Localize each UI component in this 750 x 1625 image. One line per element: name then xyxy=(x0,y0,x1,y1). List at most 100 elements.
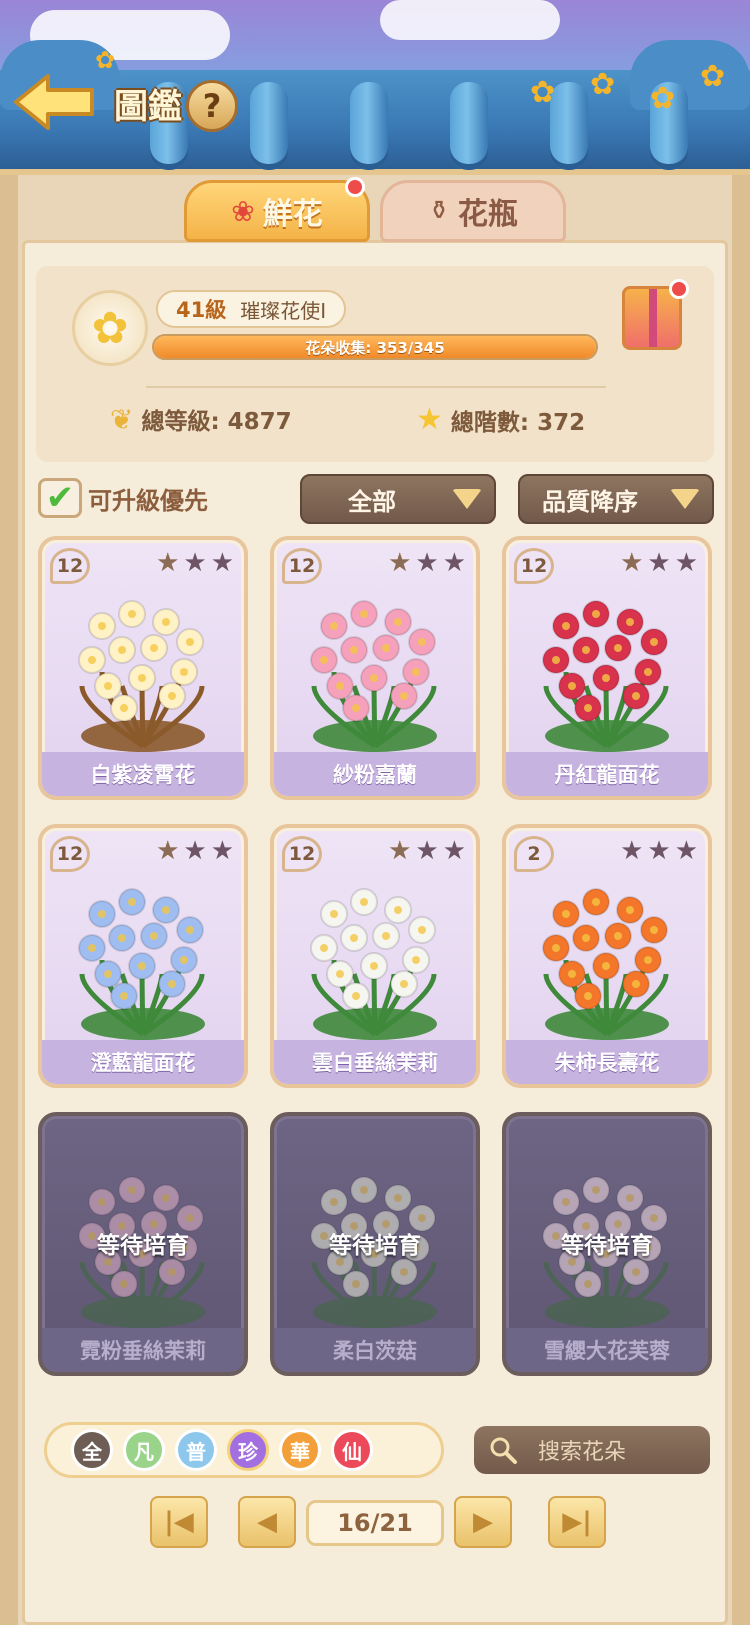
prev-page-button[interactable]: ◀ xyxy=(238,1496,296,1548)
upgradable-first-label: 可升級優先 xyxy=(88,486,208,515)
roof-eave-right xyxy=(630,40,750,110)
star-empty-icon: ★ xyxy=(210,836,234,866)
flower-name: 白紫凌霄花 xyxy=(42,752,244,796)
rarity-filter-button[interactable]: 普 xyxy=(175,1429,217,1471)
magnifier-icon xyxy=(490,1437,517,1464)
collection-progress-bar: 花朵收集: 353/345 xyxy=(152,334,598,360)
flower-illustration xyxy=(542,600,669,752)
next-page-icon: ▶ xyxy=(473,1507,493,1537)
rarity-filter-button[interactable]: 仙 xyxy=(331,1429,373,1471)
flower-card[interactable]: 2 ★ ★ ★ 朱柿長壽花 xyxy=(502,824,712,1088)
flower-card[interactable]: 12 ★ ★ ★ 雲白垂絲茉莉 xyxy=(270,824,480,1088)
star-empty-icon: ★ xyxy=(647,836,671,866)
player-level: 41級 xyxy=(176,298,227,322)
flower-card[interactable]: 12 ★ ★ ★ 白紫凌霄花 xyxy=(38,536,248,800)
page-title: 圖鑑 xyxy=(114,86,182,127)
chevron-down-icon xyxy=(452,489,482,509)
gift-button[interactable] xyxy=(622,279,689,350)
last-page-button[interactable]: ▶| xyxy=(548,1496,606,1548)
flower-name: 霓粉垂絲茉莉 xyxy=(42,1328,244,1372)
roof-tile xyxy=(250,82,288,170)
level-badge: 2 xyxy=(514,836,554,872)
star-rating: ★ ★ ★ xyxy=(620,550,698,576)
blossom-icon: ✿ xyxy=(650,81,676,116)
flower-card[interactable]: 等待培育 柔白茨菇 xyxy=(270,1112,480,1376)
awaiting-cultivation-label: 等待培育 xyxy=(561,1233,653,1259)
level-pill: 41級 璀璨花使I xyxy=(156,290,347,328)
back-button[interactable] xyxy=(12,70,96,134)
upgradable-first-toggle[interactable]: ✔ 可升級優先 xyxy=(38,478,208,518)
collection-progress-text: 花朵收集: 353/345 xyxy=(305,338,445,357)
star-filled-icon: ★ xyxy=(388,836,412,866)
rarity-filter-button[interactable]: 華 xyxy=(279,1429,321,1471)
sort-dropdown[interactable]: 品質降序 xyxy=(518,474,714,524)
flower-card[interactable]: 12 ★ ★ ★ 丹紅龍面花 xyxy=(502,536,712,800)
star-icon: ★ xyxy=(416,402,443,437)
star-empty-icon: ★ xyxy=(415,548,439,578)
star-empty-icon: ★ xyxy=(415,836,439,866)
star-empty-icon: ★ xyxy=(647,548,671,578)
cloud xyxy=(380,0,560,40)
star-filled-icon: ★ xyxy=(156,836,180,866)
flower-card[interactable]: 12 ★ ★ ★ 澄藍龍面花 xyxy=(38,824,248,1088)
flower-card[interactable]: 等待培育雪纓大花芙蓉 xyxy=(502,1112,712,1376)
star-empty-icon: ★ xyxy=(674,548,698,578)
flower-name: 紗粉嘉蘭 xyxy=(274,752,476,796)
flower-emblem-icon: ✿ xyxy=(72,290,148,366)
star-empty-icon: ★ xyxy=(183,548,207,578)
star-empty-icon: ★ xyxy=(210,548,234,578)
last-page-icon: ▶| xyxy=(562,1507,592,1537)
star-empty-icon: ★ xyxy=(674,836,698,866)
level-badge: 12 xyxy=(50,548,90,584)
star-filled-icon: ★ xyxy=(156,548,180,578)
tab-vases[interactable]: ⚱ 花瓶 xyxy=(380,180,566,242)
tab-flowers[interactable]: ❀ 鮮花 xyxy=(184,177,370,242)
awaiting-cultivation-label: 等待培育 xyxy=(97,1233,189,1259)
total-stars-label: 總階數: 372 xyxy=(450,409,586,436)
flower-illustration xyxy=(78,600,205,752)
blossom-icon: ✿ xyxy=(95,46,116,74)
total-level-stat: ❦ 總等級: 4877 xyxy=(110,402,292,436)
rarity-filter-button[interactable]: 珍 xyxy=(227,1429,269,1471)
level-badge: 12 xyxy=(282,836,322,872)
next-page-button[interactable]: ▶ xyxy=(454,1496,512,1548)
prev-page-icon: ◀ xyxy=(257,1507,277,1537)
awaiting-cultivation-label: 等待培育 xyxy=(329,1233,421,1259)
flower-name: 丹紅龍面花 xyxy=(506,752,708,796)
rarity-filter-button[interactable]: 凡 xyxy=(123,1429,165,1471)
star-rating: ★ ★ ★ xyxy=(388,550,466,576)
star-rating: ★ ★ ★ xyxy=(156,550,234,576)
back-arrow-icon xyxy=(14,74,94,130)
star-empty-icon: ★ xyxy=(183,836,207,866)
flower-illustration xyxy=(542,888,669,1040)
notification-dot xyxy=(345,177,365,197)
rarity-filter-button[interactable]: 全 xyxy=(71,1429,113,1471)
star-empty-icon: ★ xyxy=(442,548,466,578)
total-stars-stat: ★ 總階數: 372 xyxy=(416,402,585,437)
level-badge: 12 xyxy=(50,836,90,872)
star-rating: ★ ★ ★ xyxy=(388,838,466,864)
star-filled-icon: ★ xyxy=(388,548,412,578)
tab-vases-label: 花瓶 xyxy=(457,197,518,232)
roof-tile xyxy=(450,82,488,170)
first-page-icon: |◀ xyxy=(164,1507,194,1537)
flower-name: 雲白垂絲茉莉 xyxy=(274,1040,476,1084)
rose-icon: ❀ xyxy=(231,194,255,228)
level-badge: 12 xyxy=(282,548,322,584)
notification-dot xyxy=(669,279,689,299)
level-badge: 12 xyxy=(514,548,554,584)
category-value: 全部 xyxy=(348,487,396,516)
flower-card[interactable]: 12 ★ ★ ★ 紗粉嘉蘭 xyxy=(270,536,480,800)
checkmark-icon: ✔ xyxy=(45,478,75,518)
help-button[interactable]: ? xyxy=(186,80,238,132)
upgradable-first-checkbox[interactable]: ✔ xyxy=(38,478,82,518)
category-dropdown[interactable]: 全部 xyxy=(300,474,496,524)
star-empty-icon: ★ xyxy=(442,836,466,866)
first-page-button[interactable]: |◀ xyxy=(150,1496,208,1548)
rarity-filter-bar: 全凡普珍華仙 xyxy=(44,1422,444,1478)
flower-illustration xyxy=(78,888,205,1040)
blossom-icon: ✿ xyxy=(530,75,556,110)
flower-name: 雪纓大花芙蓉 xyxy=(506,1328,708,1372)
flower-card[interactable]: 等待培育霓粉垂絲茉莉 xyxy=(38,1112,248,1376)
search-flower-button[interactable]: 搜索花朵 xyxy=(474,1426,710,1474)
